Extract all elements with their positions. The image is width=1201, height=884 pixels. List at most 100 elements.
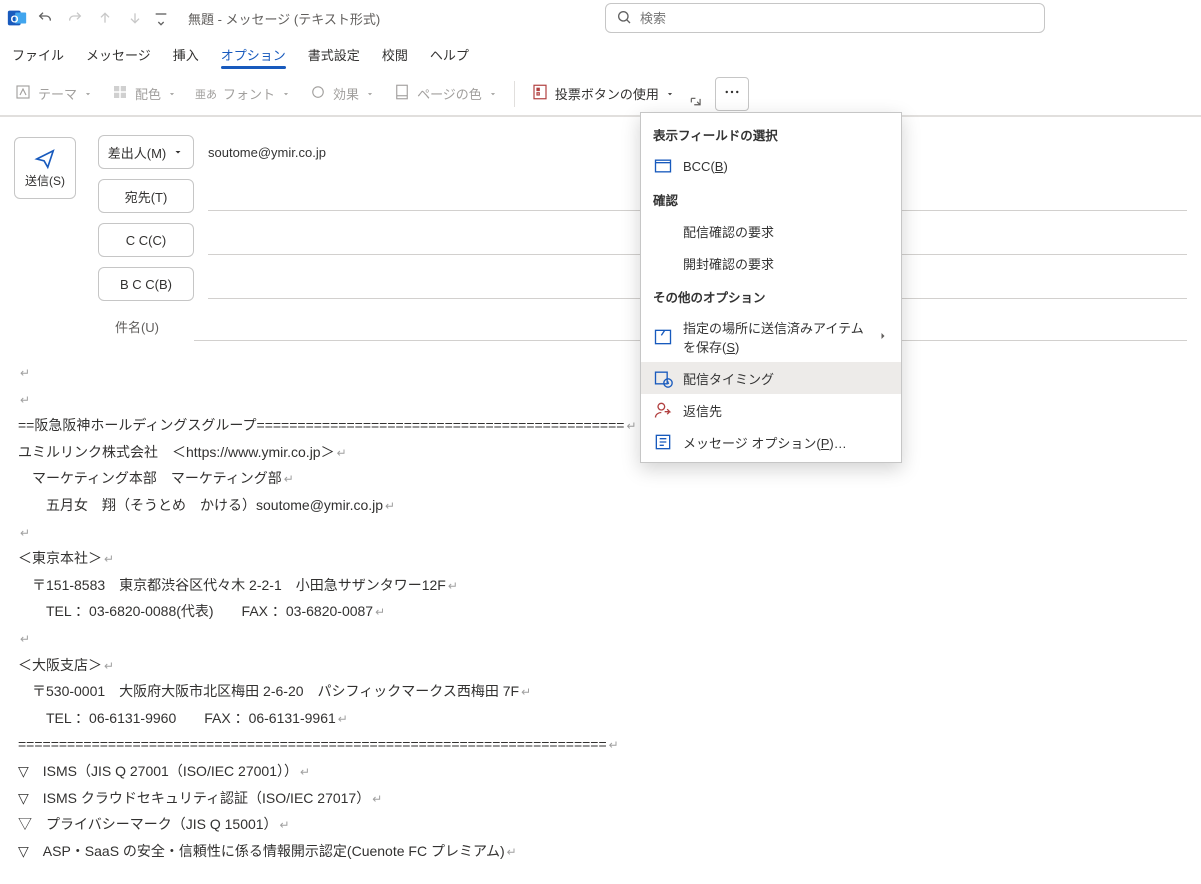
dd-item-reply-to[interactable]: 返信先 xyxy=(641,394,901,426)
properties-icon xyxy=(653,432,673,452)
from-button[interactable]: 差出人(M) xyxy=(98,135,194,169)
body-line: ▽ ISMS クラウドセキュリティ認証（ISO/IEC 27017） xyxy=(18,785,1183,812)
folder-icon xyxy=(653,327,673,347)
dd-item-message-options[interactable]: メッセージ オプション(P)… xyxy=(641,426,901,458)
effects-label: 効果 xyxy=(333,84,359,103)
dd-save-sent-label: 指定の場所に送信済みアイテムを保存(S) xyxy=(683,318,867,356)
body-line: ========================================… xyxy=(18,731,1183,758)
message-body[interactable]: ==阪急阪神ホールディングスグループ======================… xyxy=(0,349,1201,884)
body-line: ▽ ASP・SaaS の安全・信頼性に係る情報開示認定(Cuenote FC プ… xyxy=(18,838,1183,865)
dd-msgopt-label: メッセージ オプション(P)… xyxy=(683,433,889,452)
page-color-label: ページの色 xyxy=(417,84,482,103)
tab-format[interactable]: 書式設定 xyxy=(300,41,368,68)
chevron-down-icon xyxy=(167,89,177,99)
window-title: 無題 - メッセージ (テキスト形式) xyxy=(188,9,380,28)
body-line xyxy=(18,359,1183,386)
chevron-down-icon xyxy=(281,89,291,99)
chevron-down-icon xyxy=(665,89,675,99)
tab-help[interactable]: ヘルプ xyxy=(422,41,477,68)
person-reply-icon xyxy=(653,400,673,420)
undo-button[interactable] xyxy=(32,5,58,31)
tab-insert[interactable]: 挿入 xyxy=(165,41,207,68)
ribbon-tabs: ファイル メッセージ 挿入 オプション 書式設定 校閲 ヘルプ xyxy=(0,36,1201,72)
prev-item-button[interactable] xyxy=(92,5,118,31)
body-line: マーケティング本部 マーケティング部 xyxy=(18,465,1183,492)
send-icon xyxy=(34,148,56,170)
chevron-down-icon xyxy=(488,89,498,99)
more-options-button[interactable] xyxy=(715,77,749,111)
qat-customize-button[interactable] xyxy=(152,5,170,31)
voting-buttons[interactable]: 投票ボタンの使用 xyxy=(523,78,683,110)
body-line: 〒151-8583 東京都渋谷区代々木 2-2-1 小田急サザンタワー12F xyxy=(18,572,1183,599)
cc-button[interactable]: C C(C) xyxy=(98,223,194,257)
calendar-clock-icon xyxy=(653,368,673,388)
bcc-label: B C C(B) xyxy=(120,277,172,292)
title-bar: O 無題 - メッセージ (テキスト形式) xyxy=(0,0,1201,36)
body-line xyxy=(18,625,1183,652)
page-color-icon xyxy=(393,83,411,104)
send-label: 送信(S) xyxy=(25,172,65,189)
tab-review[interactable]: 校閲 xyxy=(374,41,416,68)
search-icon xyxy=(616,9,632,28)
tab-message[interactable]: メッセージ xyxy=(78,41,159,68)
ellipsis-icon xyxy=(723,83,741,104)
dd-section-other: その他のオプション xyxy=(641,279,901,312)
search-input[interactable] xyxy=(640,11,1034,26)
colors-button[interactable]: 配色 xyxy=(103,78,185,110)
chevron-right-icon xyxy=(877,330,889,345)
outlook-icon: O xyxy=(6,7,28,29)
dd-delivery-label: 配信確認の要求 xyxy=(683,222,889,241)
send-button[interactable]: 送信(S) xyxy=(14,137,76,199)
dd-item-delay-delivery[interactable]: 配信タイミング xyxy=(641,362,901,394)
to-button[interactable]: 宛先(T) xyxy=(98,179,194,213)
theme-label: テーマ xyxy=(38,84,77,103)
body-line xyxy=(18,519,1183,546)
dd-section-confirm: 確認 xyxy=(641,182,901,215)
theme-icon xyxy=(14,83,32,104)
body-line: 五月女 翔（そうとめ かける）soutome@ymir.co.jp xyxy=(18,492,1183,519)
body-line: ==阪急阪神ホールディングスグループ======================… xyxy=(18,412,1183,439)
dd-item-save-sent[interactable]: 指定の場所に送信済みアイテムを保存(S) xyxy=(641,312,901,362)
page-color-button[interactable]: ページの色 xyxy=(385,78,506,110)
body-line: 〒530-0001 大阪府大阪市北区梅田 2-6-20 パシフィックマークス西梅… xyxy=(18,678,1183,705)
chevron-down-icon xyxy=(83,89,93,99)
dd-section-fields: 表示フィールドの選択 xyxy=(641,117,901,150)
from-label: 差出人(M) xyxy=(108,143,167,162)
body-line: ▽ ISMS（JIS Q 27001（ISO/IEC 27001）） xyxy=(18,758,1183,785)
vote-icon xyxy=(531,83,549,104)
colors-label: 配色 xyxy=(135,84,161,103)
body-line: TEL ：06-6131-9960 FAX ：06-6131-9961 xyxy=(18,705,1183,732)
bcc-icon xyxy=(653,156,673,176)
body-line xyxy=(18,386,1183,413)
redo-button[interactable] xyxy=(62,5,88,31)
body-line: ユミルリンク株式会社 ＜https://www.ymir.co.jp＞ xyxy=(18,439,1183,466)
body-line: ＜東京本社＞ xyxy=(18,545,1183,572)
fonts-button[interactable]: 亜あ フォント xyxy=(187,78,299,110)
dd-bcc-label: BCC(B) xyxy=(683,159,889,174)
tab-file[interactable]: ファイル xyxy=(4,41,72,68)
body-line: ▽ プライバシーマーク（JIS Q 15001） xyxy=(18,811,1183,838)
search-box[interactable] xyxy=(605,3,1045,33)
dialog-launcher-icon[interactable] xyxy=(689,96,703,110)
cc-label: C C(C) xyxy=(126,233,166,248)
body-line: ＜大阪支店＞ xyxy=(18,652,1183,679)
to-label: 宛先(T) xyxy=(125,187,168,206)
effects-icon xyxy=(309,83,327,104)
colors-icon xyxy=(111,83,129,104)
next-item-button[interactable] xyxy=(122,5,148,31)
voting-label: 投票ボタンの使用 xyxy=(555,84,659,103)
tab-options[interactable]: オプション xyxy=(213,41,294,68)
fonts-prefix: 亜あ xyxy=(195,86,217,102)
subject-label: 件名(U) xyxy=(98,317,176,336)
bcc-button[interactable]: B C C(B) xyxy=(98,267,194,301)
dd-read-label: 開封確認の要求 xyxy=(683,254,889,273)
body-line: TEL ：03-6820-0088(代表) FAX ：03-6820-0087 xyxy=(18,598,1183,625)
dd-item-bcc[interactable]: BCC(B) xyxy=(641,150,901,182)
dd-replyto-label: 返信先 xyxy=(683,401,889,420)
compose-header: 送信(S) 差出人(M) soutome@ymir.co.jp 宛先(T) C … xyxy=(0,116,1201,884)
theme-button[interactable]: テーマ xyxy=(6,78,101,110)
chevron-down-icon xyxy=(172,146,184,158)
dd-item-delivery-receipt[interactable]: 配信確認の要求 xyxy=(641,215,901,247)
effects-button[interactable]: 効果 xyxy=(301,78,383,110)
dd-item-read-receipt[interactable]: 開封確認の要求 xyxy=(641,247,901,279)
